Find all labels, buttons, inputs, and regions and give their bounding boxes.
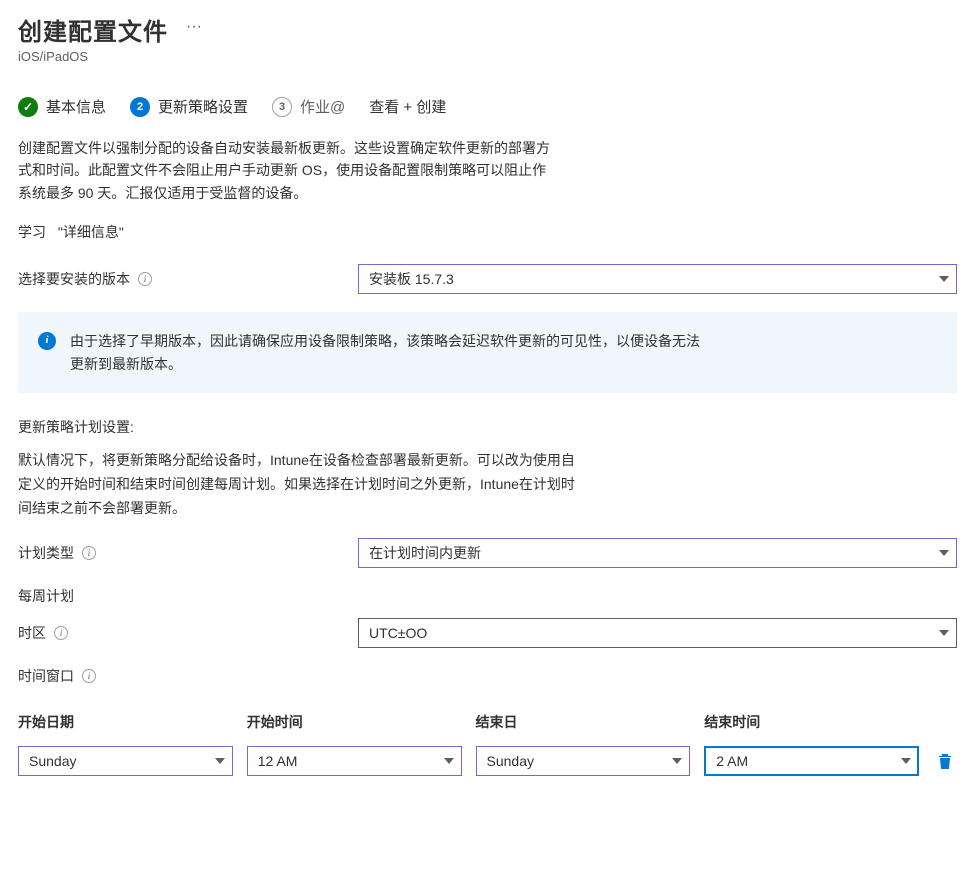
col-start-time: 开始时间 bbox=[247, 712, 462, 732]
step-update-policy[interactable]: 2 更新策略设置 bbox=[130, 96, 248, 117]
trash-icon bbox=[937, 752, 953, 770]
delete-row-button[interactable] bbox=[933, 749, 957, 773]
early-version-warning-banner: 由于选择了早期版本，因此请确保应用设备限制策略，该策略会延迟软件更新的可见性，以… bbox=[18, 312, 957, 393]
info-icon[interactable] bbox=[54, 626, 68, 640]
step-number-icon: 3 bbox=[272, 97, 292, 117]
chevron-down-icon bbox=[939, 276, 949, 282]
timezone-label: 时区 bbox=[18, 623, 46, 643]
timezone-value: UTC±OO bbox=[369, 625, 427, 641]
learn-more-row: 学习 "详细信息" bbox=[18, 222, 957, 242]
end-day-select[interactable]: Sunday bbox=[476, 746, 691, 776]
banner-text: 由于选择了早期版本，因此请确保应用设备限制策略，该策略会延迟软件更新的可见性，以… bbox=[70, 330, 710, 375]
intro-description: 创建配置文件以强制分配的设备自动安装最新板更新。这些设置确定软件更新的部署方式和… bbox=[18, 137, 558, 204]
time-window-label: 时间窗口 bbox=[18, 666, 74, 686]
info-icon[interactable] bbox=[82, 669, 96, 683]
version-select-value: 安装板 15.7.3 bbox=[369, 269, 454, 289]
col-end-time: 结束时间 bbox=[704, 712, 919, 732]
info-icon[interactable] bbox=[82, 546, 96, 560]
chevron-down-icon bbox=[939, 630, 949, 636]
schedule-description: 默认情况下，将更新策略分配给设备时，Intune在设备检查部署最新更新。可以改为… bbox=[18, 449, 578, 520]
end-time-select[interactable]: 2 AM bbox=[704, 746, 919, 776]
schedule-type-select[interactable]: 在计划时间内更新 bbox=[358, 538, 957, 568]
chevron-down-icon bbox=[901, 758, 911, 764]
page-subtitle: iOS/iPadOS bbox=[18, 49, 957, 64]
info-icon bbox=[38, 332, 56, 350]
step-basics[interactable]: 基本信息 bbox=[18, 96, 106, 117]
weekly-schedule-heading: 每周计划 bbox=[18, 586, 957, 606]
timezone-select[interactable]: UTC±OO bbox=[358, 618, 957, 648]
col-start-day: 开始日期 bbox=[18, 712, 233, 732]
chevron-down-icon bbox=[215, 758, 225, 764]
version-select[interactable]: 安装板 15.7.3 bbox=[358, 264, 957, 294]
info-icon[interactable] bbox=[138, 272, 152, 286]
schedule-type-label: 计划类型 bbox=[18, 543, 74, 563]
time-window-row: Sunday 12 AM Sunday 2 AM bbox=[18, 746, 957, 776]
page-title: 创建配置文件 bbox=[18, 12, 168, 47]
schedule-section-title: 更新策略计划设置: bbox=[18, 417, 957, 437]
chevron-down-icon bbox=[672, 758, 682, 764]
wizard-stepper: 基本信息 2 更新策略设置 3 作业@ 查看 + 创建 bbox=[18, 96, 957, 117]
chevron-down-icon bbox=[939, 550, 949, 556]
col-end-day: 结束日 bbox=[476, 712, 691, 732]
learn-label: 学习 bbox=[18, 224, 46, 240]
time-window-table: 开始日期 开始时间 结束日 结束时间 Sunday 12 AM Sunday 2 bbox=[18, 704, 957, 776]
schedule-type-value: 在计划时间内更新 bbox=[369, 543, 481, 563]
more-actions-button[interactable]: ··· bbox=[186, 12, 202, 36]
step-assignments[interactable]: 3 作业@ bbox=[272, 96, 345, 117]
learn-more-link[interactable]: "详细信息" bbox=[58, 224, 124, 240]
check-icon bbox=[18, 97, 38, 117]
step-review-create[interactable]: 查看 + 创建 bbox=[369, 96, 446, 117]
start-day-select[interactable]: Sunday bbox=[18, 746, 233, 776]
step-number-icon: 2 bbox=[130, 97, 150, 117]
start-time-select[interactable]: 12 AM bbox=[247, 746, 462, 776]
chevron-down-icon bbox=[444, 758, 454, 764]
version-label: 选择要安装的版本 bbox=[18, 269, 130, 289]
